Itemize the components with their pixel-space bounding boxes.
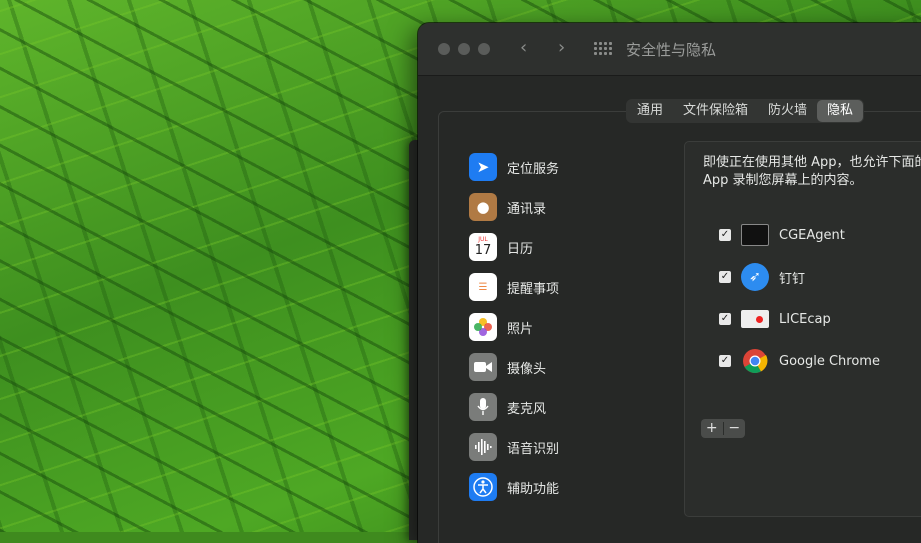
camera-icon — [469, 353, 497, 381]
remove-app-button[interactable]: − — [724, 419, 746, 438]
terminal-icon — [741, 224, 769, 246]
sidebar-item-label: 辅助功能 — [507, 481, 560, 497]
titlebar: ‹ › 安全性与隐私 — [418, 23, 921, 76]
tab-bar: 通用 文件保险箱 防火墙 隐私 — [626, 99, 865, 123]
sidebar-item-label: 提醒事项 — [507, 281, 560, 297]
sidebar-item-speech[interactable]: 语音识别 — [469, 427, 559, 467]
list-item[interactable]: ✓ Google Chrome — [685, 340, 921, 382]
tab-general[interactable]: 通用 — [627, 100, 673, 122]
zoom-button[interactable] — [478, 43, 490, 55]
waveform-icon — [469, 433, 497, 461]
app-checkbox[interactable]: ✓ — [719, 313, 731, 325]
app-list[interactable]: ✓ CGEAgent ✓ ➶ 钉钉 ✓ LICEcap ✓ Google Chr… — [685, 214, 921, 386]
sidebar-item-location[interactable]: ➤ 定位服务 — [469, 147, 559, 187]
forward-chevron-icon[interactable]: › — [558, 37, 565, 58]
sidebar-item-camera[interactable]: 摄像头 — [469, 347, 559, 387]
dingtalk-icon: ➶ — [741, 263, 769, 291]
back-chevron-icon[interactable]: ‹ — [520, 37, 527, 58]
sidebar-item-microphone[interactable]: 麦克风 — [469, 387, 559, 427]
security-privacy-window: ‹ › 安全性与隐私 通用 文件保险箱 防火墙 隐私 ➤ 定位服务 ● 通讯录 … — [418, 23, 921, 543]
add-app-button[interactable]: + — [701, 419, 723, 438]
list-item[interactable]: ✓ ➶ 钉钉 — [685, 256, 921, 298]
minimize-button[interactable] — [458, 43, 470, 55]
app-name: 钉钉 — [779, 271, 806, 287]
list-item[interactable]: ✓ LICEcap — [685, 298, 921, 340]
app-checkbox[interactable]: ✓ — [719, 229, 731, 241]
app-checkbox[interactable]: ✓ — [719, 271, 731, 283]
sidebar-item-label: 麦克风 — [507, 401, 547, 417]
privacy-category-list: ➤ 定位服务 ● 通讯录 JUL 17 日历 ☰ 提醒事项 照片 摄像头 麦克风… — [469, 147, 559, 507]
tab-privacy[interactable]: 隐私 — [817, 100, 864, 122]
screen-recording-detail-panel: 即使正在使用其他 App，也允许下面的 App 录制您屏幕上的内容。 ✓ CGE… — [684, 141, 921, 517]
list-item[interactable]: ✓ CGEAgent — [685, 214, 921, 256]
licecap-icon — [741, 310, 769, 328]
calendar-day: 17 — [474, 243, 492, 258]
sidebar-item-accessibility[interactable]: 辅助功能 — [469, 467, 559, 507]
add-remove-controls: + − — [701, 419, 745, 438]
permission-description: 即使正在使用其他 App，也允许下面的 App 录制您屏幕上的内容。 — [703, 155, 921, 188]
app-name: Google Chrome — [779, 353, 880, 369]
tab-firewall[interactable]: 防火墙 — [758, 100, 817, 122]
sidebar-item-photos[interactable]: 照片 — [469, 307, 559, 347]
sidebar-item-label: 摄像头 — [507, 361, 547, 377]
app-name: CGEAgent — [779, 227, 845, 243]
reminders-icon: ☰ — [469, 273, 497, 301]
microphone-icon — [469, 393, 497, 421]
sidebar-item-label: 日历 — [507, 241, 534, 257]
chrome-icon — [741, 347, 769, 375]
sidebar-item-reminders[interactable]: ☰ 提醒事项 — [469, 267, 559, 307]
photos-icon — [469, 313, 497, 341]
accessibility-icon — [469, 473, 497, 501]
calendar-icon: JUL 17 — [469, 233, 497, 261]
sidebar-item-label: 通讯录 — [507, 201, 547, 217]
location-arrow-icon: ➤ — [469, 153, 497, 181]
tab-filevault[interactable]: 文件保险箱 — [673, 100, 758, 122]
contacts-book-icon: ● — [469, 193, 497, 221]
app-checkbox[interactable]: ✓ — [719, 355, 731, 367]
sidebar-item-label: 定位服务 — [507, 161, 560, 177]
close-button[interactable] — [438, 43, 450, 55]
sidebar-item-label: 语音识别 — [507, 441, 560, 457]
window-title: 安全性与隐私 — [626, 41, 717, 59]
app-name: LICEcap — [779, 311, 831, 327]
show-all-grid-icon[interactable] — [594, 42, 612, 55]
sidebar-item-calendar[interactable]: JUL 17 日历 — [469, 227, 559, 267]
sidebar-item-contacts[interactable]: ● 通讯录 — [469, 187, 559, 227]
sidebar-item-label: 照片 — [507, 321, 534, 337]
